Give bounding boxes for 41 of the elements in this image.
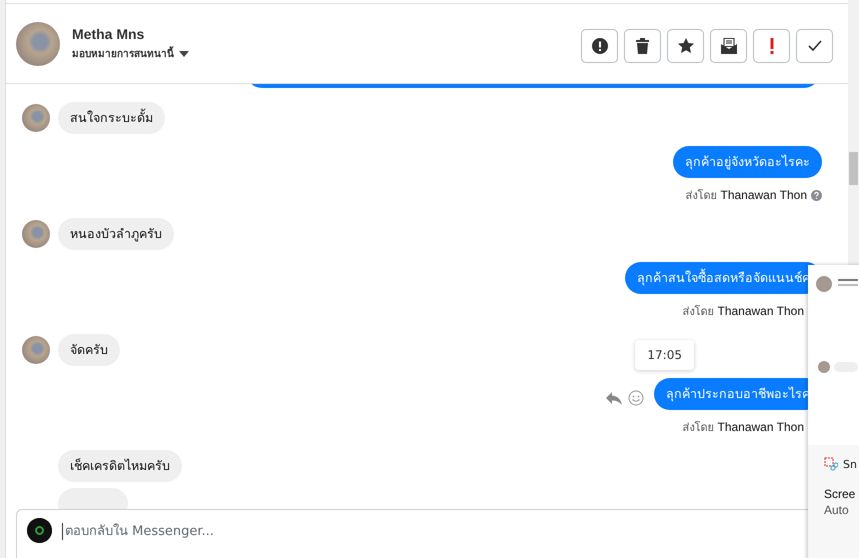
page-avatar xyxy=(27,518,52,543)
sender-name: Thanawan Thon xyxy=(717,304,804,318)
delete-button[interactable] xyxy=(624,28,661,62)
sent-by-label: ส่งโดย xyxy=(682,420,714,436)
sender-name: Thanawan Thon xyxy=(717,420,804,434)
done-button[interactable] xyxy=(796,28,833,62)
check-icon xyxy=(808,40,822,51)
avatar xyxy=(22,220,50,248)
reply-icon[interactable] xyxy=(606,392,622,404)
sender-name: Thanawan Thon xyxy=(720,188,807,202)
emoji-icon[interactable] xyxy=(628,390,644,406)
trash-icon xyxy=(636,38,649,54)
scissors-icon xyxy=(824,457,838,471)
caret-icon xyxy=(179,50,189,56)
help-icon[interactable] xyxy=(811,190,822,200)
exclamation-icon xyxy=(770,38,774,54)
message-bubble: จัดครับ xyxy=(58,334,120,366)
star-button[interactable] xyxy=(667,28,704,62)
message-bubble: หนองบัวลำภูครับ xyxy=(58,218,174,250)
notification-card[interactable]: Sn Scree Auto xyxy=(808,265,859,558)
contact-name: Metha Mns xyxy=(72,26,146,42)
notification-text: Auto xyxy=(824,503,850,517)
scrollbar-thumb[interactable] xyxy=(849,152,858,185)
priority-button[interactable] xyxy=(753,28,790,62)
message-bubble: สนใจกระบะดั้ม xyxy=(58,102,165,134)
avatar xyxy=(16,22,60,66)
timestamp-tooltip: 17:05 xyxy=(635,340,694,370)
mark-unread-button[interactable] xyxy=(710,28,747,62)
sent-by-label: ส่งโดย xyxy=(682,304,714,320)
assign-conversation-dropdown[interactable]: มอบหมายการสนทนานี้ xyxy=(72,46,189,61)
notification-title: Scree xyxy=(824,487,856,501)
alert-icon xyxy=(592,38,608,54)
message-bubble: เช็คเครดิตไหมครับ xyxy=(58,450,182,482)
app-name: Sn xyxy=(843,458,857,470)
avatar xyxy=(22,336,50,364)
sent-by-label: ส่งโดย xyxy=(685,188,716,204)
star-icon xyxy=(678,38,694,53)
message-bubble: ลุกค้าอยู่จังหวัดอะไรคะ xyxy=(673,146,822,178)
envelope-icon xyxy=(720,38,736,54)
avatar xyxy=(22,104,50,132)
spam-button[interactable] xyxy=(581,28,618,62)
